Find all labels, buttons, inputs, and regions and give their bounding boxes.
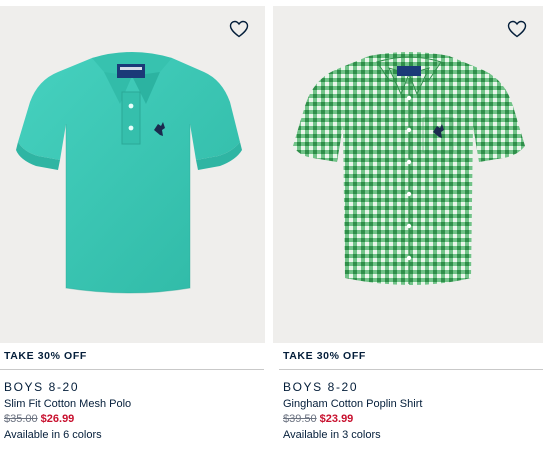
color-availability[interactable]: Available in 3 colors	[283, 429, 381, 441]
sale-price: $23.99	[319, 413, 354, 425]
product-name-link[interactable]: Gingham Cotton Poplin Shirt	[283, 398, 422, 410]
product-image[interactable]	[273, 6, 543, 343]
divider	[0, 369, 264, 370]
product-image[interactable]	[0, 6, 265, 343]
product-category: BOYS 8-20	[283, 380, 359, 394]
price-block: $39.50 $23.99	[283, 413, 353, 425]
promo-label: TAKE 30% OFF	[4, 350, 87, 362]
product-name-link[interactable]: Slim Fit Cotton Mesh Polo	[4, 398, 131, 410]
polo-shirt-image	[16, 52, 242, 294]
divider	[279, 369, 543, 370]
heart-outline-icon[interactable]	[504, 16, 530, 42]
price-block: $35.00 $26.99	[4, 413, 74, 425]
product-card[interactable]: TAKE 30% OFF BOYS 8-20 Slim Fit Cotton M…	[0, 0, 270, 449]
original-price: $35.00	[4, 413, 38, 425]
product-card[interactable]: TAKE 30% OFF BOYS 8-20 Gingham Cotton Po…	[273, 0, 543, 449]
promo-label: TAKE 30% OFF	[283, 350, 366, 362]
original-price: $39.50	[283, 413, 317, 425]
sale-price: $26.99	[40, 413, 75, 425]
product-category: BOYS 8-20	[4, 380, 80, 394]
heart-outline-icon[interactable]	[226, 16, 252, 42]
color-availability[interactable]: Available in 6 colors	[4, 429, 102, 441]
gingham-shirt-image	[293, 52, 525, 285]
